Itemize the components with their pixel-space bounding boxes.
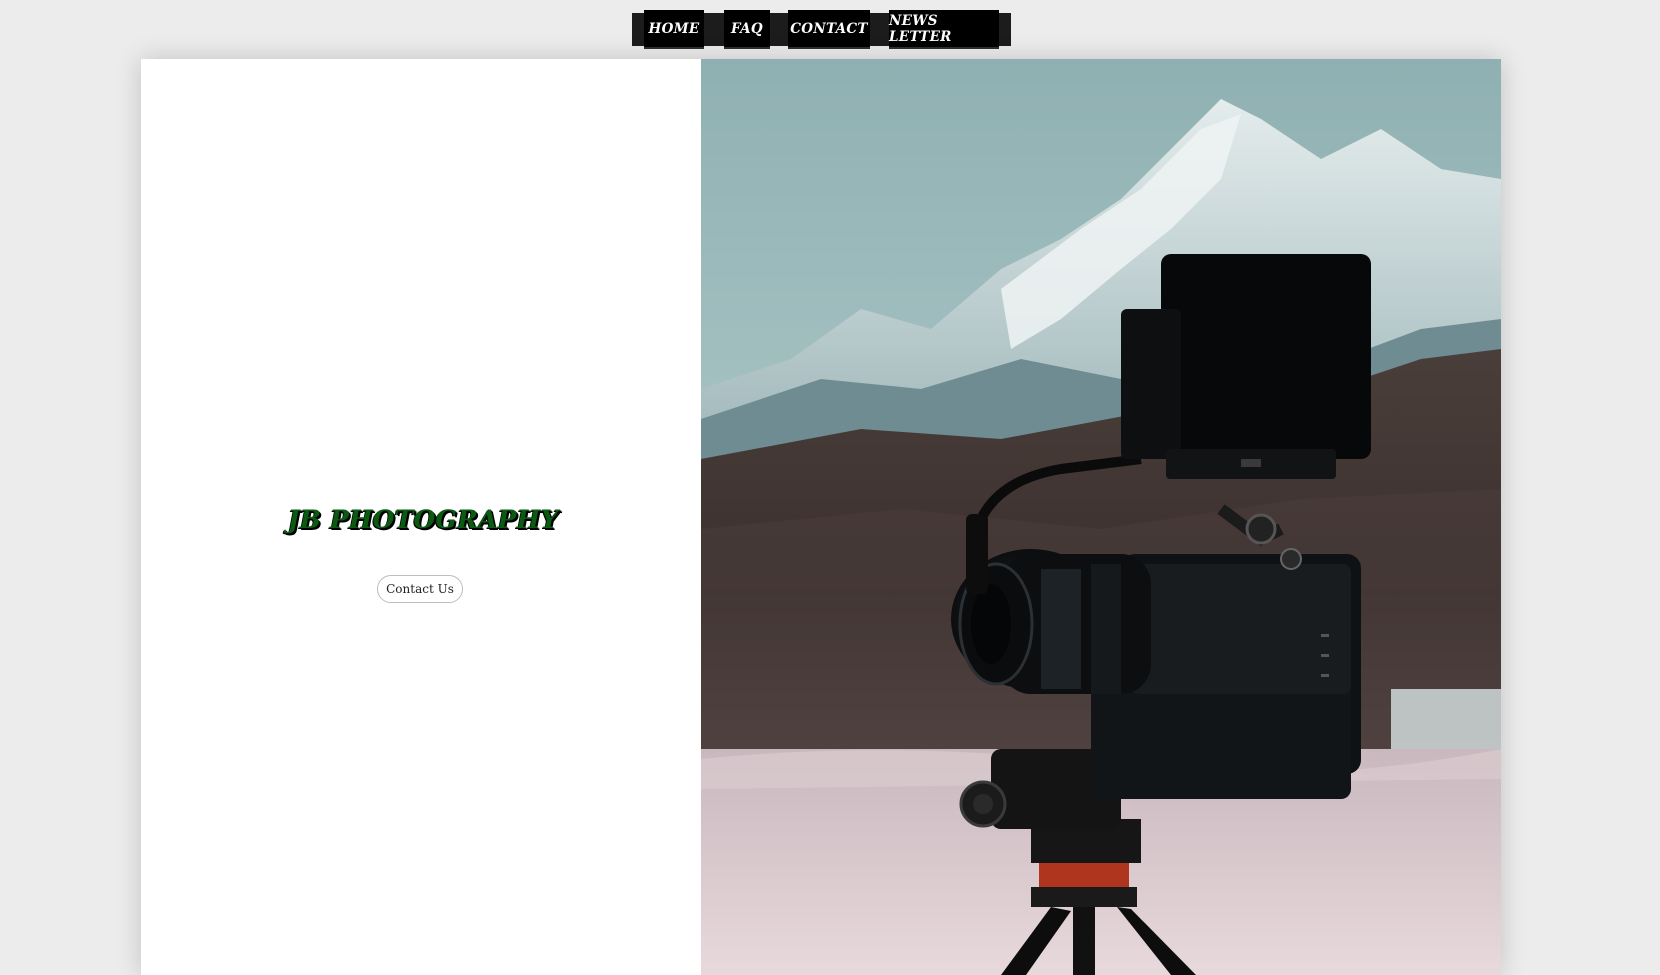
nav-faq-link[interactable]: FAQ <box>724 10 770 49</box>
contact-us-button[interactable]: Contact Us <box>377 575 463 603</box>
hero-text-panel: JB PHOTOGRAPHY Contact Us <box>141 59 701 975</box>
nav-home-link[interactable]: HOME <box>644 10 704 49</box>
hero-image <box>701 59 1501 975</box>
site-title: JB PHOTOGRAPHY <box>287 505 559 534</box>
nav-newsletter-link[interactable]: NEWS LETTER <box>889 10 999 49</box>
nav-contact-link[interactable]: CONTACT <box>788 10 870 49</box>
hero-card: JB PHOTOGRAPHY Contact Us <box>141 59 1501 975</box>
camera-mountain-photo <box>701 59 1501 975</box>
